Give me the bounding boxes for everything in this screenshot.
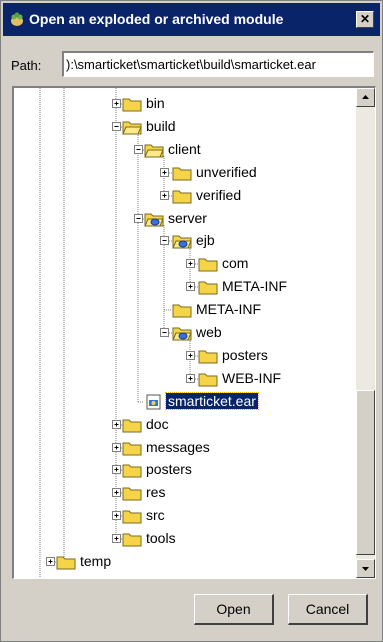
tree-node-label: posters [222,347,268,363]
collapse-icon[interactable] [112,122,121,131]
folder-open-icon [144,142,164,158]
tree-node[interactable]: server [14,209,354,231]
expand-icon[interactable] [186,259,195,268]
expand-icon[interactable] [112,443,121,452]
close-icon: ✕ [359,12,371,26]
tree-node[interactable]: tools [14,529,354,551]
tree-node[interactable]: web [14,323,354,345]
module-folder-icon [172,325,192,341]
tree-node[interactable]: posters [14,346,354,368]
open-module-dialog: Open an exploded or archived module ✕ Pa… [0,0,383,642]
expand-icon[interactable] [160,168,169,177]
collapse-icon[interactable] [160,328,169,337]
tree-node[interactable]: smarticket.ear [14,392,354,414]
tree-node[interactable]: doc [14,415,354,437]
title-bar[interactable]: Open an exploded or archived module ✕ [3,3,380,36]
tree-node-label: ejb [196,232,215,248]
collapse-icon[interactable] [134,145,143,154]
expand-icon[interactable] [112,420,121,429]
tree-node[interactable]: client [14,140,354,162]
folder-icon [122,440,142,456]
close-button[interactable]: ✕ [356,11,374,28]
folder-icon [122,531,142,547]
folder-icon [56,554,76,570]
tree-node-label: src [146,507,165,523]
tree-node-label: unverified [196,164,257,180]
tree-node-label: tools [146,530,176,546]
folder-icon [198,348,218,364]
tree-node[interactable]: res [14,483,354,505]
tree-node-label: temp [80,553,112,569]
folder-icon [172,188,192,204]
open-button[interactable]: Open [194,594,274,625]
folder-icon [122,417,142,433]
tree-node[interactable]: verified [14,186,354,208]
folder-icon [198,279,218,295]
tree-node-label: smarticket.ear [165,392,259,410]
folder-icon [198,371,218,387]
folder-icon [122,96,142,112]
module-folder-icon [144,211,164,227]
collapse-icon[interactable] [160,236,169,245]
folder-icon [172,302,192,318]
tree-node[interactable]: messages [14,438,354,460]
tree-node-label: res [146,484,166,500]
tree-node-label: bin [146,95,165,111]
arrow-up-icon [362,95,369,99]
tree-node-label: com [222,255,249,271]
module-folder-icon [172,233,192,249]
vertical-scrollbar[interactable] [356,88,375,578]
tree-node[interactable]: bin [14,94,354,116]
tree-node-label: WEB-INF [222,370,282,386]
tree-node-label: client [168,141,201,157]
directory-tree[interactable]: bin build client unverified verified server ej… [12,86,376,579]
expand-icon[interactable] [112,99,121,108]
expand-icon[interactable] [186,351,195,360]
expand-icon[interactable] [186,282,195,291]
tree-node[interactable]: temp [14,552,354,574]
expand-icon[interactable] [112,488,121,497]
folder-icon [198,256,218,272]
folder-icon [122,462,142,478]
expand-icon[interactable] [46,557,55,566]
path-input[interactable] [62,51,374,77]
window-title: Open an exploded or archived module [29,11,284,27]
tree-node-label: META-INF [222,278,288,294]
tree-node-label: web [196,324,222,340]
scroll-up-button[interactable] [356,88,375,107]
expand-icon[interactable] [186,374,195,383]
tree-node-label: server [168,210,207,226]
folder-icon [122,508,142,524]
expand-icon[interactable] [112,465,121,474]
tree-node[interactable]: src [14,506,354,528]
tree-node-label: messages [146,439,210,455]
cancel-button[interactable]: Cancel [288,594,368,625]
app-icon [11,12,23,26]
tree-node[interactable]: ejb [14,231,354,253]
ear-file-icon [144,394,164,410]
tree-node-label: posters [146,461,192,477]
expand-icon[interactable] [160,191,169,200]
collapse-icon[interactable] [134,214,143,223]
scroll-thumb[interactable] [356,390,375,555]
path-label: Path: [11,58,42,73]
scroll-down-button[interactable] [356,559,375,578]
expand-icon[interactable] [112,534,121,543]
tree-node[interactable]: build [14,117,354,139]
arrow-down-icon [362,567,369,571]
folder-icon [122,485,142,501]
tree-node[interactable]: META-INF [14,300,354,322]
expand-icon[interactable] [112,511,121,520]
folder-open-icon [122,119,142,135]
tree-node[interactable]: unverified [14,163,354,185]
folder-icon [172,165,192,181]
tree-node-label: verified [196,187,242,203]
tree-node-label: doc [146,416,169,432]
tree-node[interactable]: posters [14,460,354,482]
tree-node-label: META-INF [196,301,262,317]
tree-node[interactable]: WEB-INF [14,369,354,391]
tree-node[interactable]: META-INF [14,277,354,299]
tree-node[interactable]: com [14,254,354,276]
tree-node-label: build [146,118,176,134]
